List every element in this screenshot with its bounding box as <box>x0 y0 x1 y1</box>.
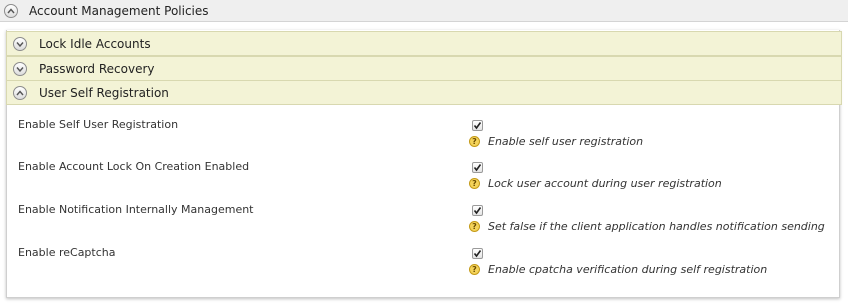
help-icon: ? <box>469 136 480 147</box>
setting-label: Enable Account Lock On Creation Enabled <box>18 160 250 173</box>
chevron-up-icon[interactable] <box>4 3 18 18</box>
accordion-header-lock-idle-accounts[interactable]: Lock Idle Accounts <box>6 31 842 56</box>
accordion-header-user-self-registration[interactable]: User Self Registration <box>6 80 842 105</box>
checkmark-icon <box>473 207 482 215</box>
setting-row-account-lock: Enable Account Lock On Creation Enabled … <box>7 160 841 200</box>
chevron-up-icon[interactable] <box>13 85 27 100</box>
chevron-down-icon[interactable] <box>13 61 27 76</box>
self-registration-checkbox[interactable] <box>472 120 483 131</box>
setting-row-notification: Enable Notification Internally Managemen… <box>7 203 841 243</box>
setting-label: Enable Self User Registration <box>18 118 179 131</box>
accordion-header-label: Lock Idle Accounts <box>39 37 151 51</box>
setting-help-text: Enable cpatcha verification during self … <box>488 263 768 276</box>
setting-label: Enable Notification Internally Managemen… <box>18 203 254 216</box>
accordion-header-label: Password Recovery <box>39 62 155 76</box>
help-icon: ? <box>469 221 480 232</box>
help-icon: ? <box>469 178 480 189</box>
setting-row-self-registration: Enable Self User Registration ? Enable s… <box>7 118 841 158</box>
checkmark-icon <box>473 250 482 258</box>
setting-help-text: Enable self user registration <box>488 135 644 148</box>
notification-checkbox[interactable] <box>472 205 483 216</box>
section-header[interactable]: Account Management Policies <box>0 0 848 22</box>
recaptcha-checkbox[interactable] <box>472 248 483 259</box>
chevron-down-icon[interactable] <box>13 36 27 51</box>
accordion-header-password-recovery[interactable]: Password Recovery <box>6 56 842 81</box>
setting-help-text: Set false if the client application hand… <box>488 220 825 233</box>
setting-row-recaptcha: Enable reCaptcha ? Enable cpatcha verifi… <box>7 246 841 286</box>
checkmark-icon <box>473 122 482 130</box>
section-title: Account Management Policies <box>29 4 209 18</box>
account-lock-checkbox[interactable] <box>472 162 483 173</box>
accordion-header-label: User Self Registration <box>39 86 169 100</box>
policy-accordion: Lock Idle Accounts Password Recovery Use… <box>6 30 842 298</box>
setting-help-text: Lock user account during user registrati… <box>488 177 722 190</box>
checkmark-icon <box>473 164 482 172</box>
help-icon: ? <box>469 264 480 275</box>
setting-label: Enable reCaptcha <box>18 246 116 259</box>
